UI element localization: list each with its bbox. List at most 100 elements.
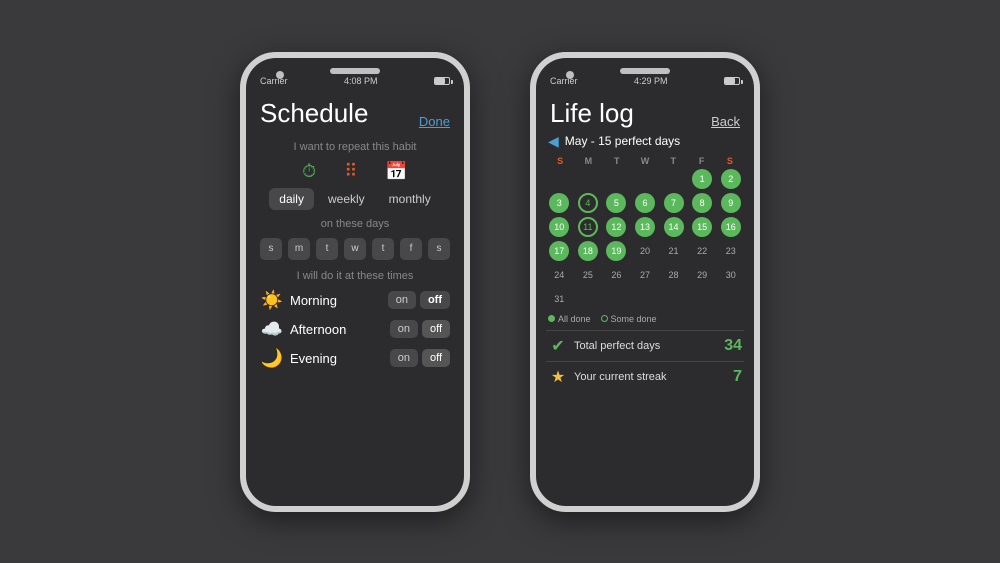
day-15[interactable]: 15 [692,217,712,237]
cal-cell-18: 18 [575,240,602,262]
cal-cell-5: 5 [603,192,630,214]
day-mon[interactable]: m [288,238,310,260]
day-fri[interactable]: f [400,238,422,260]
afternoon-off[interactable]: off [422,320,450,338]
afternoon-toggle: on off [390,320,450,338]
stat-streak: ★ Your current streak 7 [546,361,744,392]
day-sat[interactable]: s [428,238,450,260]
days-label: on these days [321,218,390,230]
back-button[interactable]: Back [711,114,740,129]
day-2[interactable]: 2 [721,169,741,189]
day-13[interactable]: 13 [635,217,655,237]
schedule-title: Schedule [260,98,368,129]
weekly-icon: ⠿ [344,161,357,182]
day-1[interactable]: 1 [692,169,712,189]
frequency-icons: ⏱ ⠿ 📅 [302,161,408,182]
day-8[interactable]: 8 [692,193,712,213]
day-18[interactable]: 18 [578,241,598,261]
phone-schedule: Carrier 4:08 PM Schedule Done I want to … [240,52,470,512]
cal-cell-23: 23 [717,240,744,262]
evening-toggle: on off [390,349,450,367]
calendar-legend: All done Some done [546,314,744,324]
day-28: 28 [669,264,679,286]
weekday-fri: F [687,156,715,166]
cal-empty-6-7 [717,288,744,310]
frequency-buttons: daily weekly monthly [269,188,440,210]
weekday-sat: S [716,156,744,166]
afternoon-on[interactable]: on [390,320,418,338]
day-16[interactable]: 16 [721,217,741,237]
monthly-button[interactable]: monthly [379,188,441,210]
evening-off[interactable]: off [422,349,450,367]
cal-cell-29: 29 [689,264,716,286]
cal-cell-empty-4 [632,168,659,190]
cal-cell-20: 20 [632,240,659,262]
checkmark-icon: ✔ [548,336,568,356]
day-sun[interactable]: s [260,238,282,260]
weekly-button[interactable]: weekly [318,188,375,210]
cal-empty-6-2 [575,288,602,310]
days-row: s m t w t f s [260,238,450,260]
evening-on[interactable]: on [390,349,418,367]
battery-1 [434,77,450,85]
daily-button[interactable]: daily [269,188,314,210]
monthly-icon: 📅 [385,161,407,182]
day-wed[interactable]: w [344,238,366,260]
day-6[interactable]: 6 [635,193,655,213]
evening-row: 🌙 Evening on off [256,348,454,369]
carrier-1: Carrier [260,76,288,86]
status-right-1 [434,77,450,85]
day-24: 24 [554,264,564,286]
cal-cell-22: 22 [689,240,716,262]
cal-cell-2: 2 [717,168,744,190]
day-thu[interactable]: t [372,238,394,260]
day-5[interactable]: 5 [606,193,626,213]
cal-cell-24: 24 [546,264,573,286]
evening-icon: 🌙 [260,348,284,369]
total-days-value: 34 [724,337,742,355]
day-tue[interactable]: t [316,238,338,260]
cal-cell-14: 14 [660,216,687,238]
cal-cell-12: 12 [603,216,630,238]
phone-lifelog: Carrier 4:29 PM Life log Back ◀ May - 15… [530,52,760,512]
day-7[interactable]: 7 [664,193,684,213]
cal-cell-1: 1 [689,168,716,190]
cal-empty-6-6 [689,288,716,310]
daily-icon: ⏱ [302,161,316,182]
day-30: 30 [726,264,736,286]
morning-on[interactable]: on [388,291,416,309]
prev-month-arrow[interactable]: ◀ [548,133,559,150]
cal-cell-17: 17 [546,240,573,262]
carrier-2: Carrier [550,76,578,86]
day-22: 22 [697,240,707,262]
lifelog-body: ◀ May - 15 perfect days S M T W T F S 1 [536,133,754,506]
day-9[interactable]: 9 [721,193,741,213]
morning-icon: ☀️ [260,290,284,311]
cal-empty-6-4 [632,288,659,310]
day-23: 23 [726,240,736,262]
month-label: May - 15 perfect days [565,134,680,148]
day-19[interactable]: 19 [606,241,626,261]
done-button[interactable]: Done [419,114,450,129]
schedule-header: Schedule Done [246,90,464,135]
time-1: 4:08 PM [344,76,378,86]
day-12[interactable]: 12 [606,217,626,237]
day-10[interactable]: 10 [549,217,569,237]
morning-label: Morning [290,293,382,308]
legend-dot-outline [601,315,608,322]
times-label: I will do it at these times [297,270,414,282]
calendar-header: S M T W T F S [546,156,744,166]
time-2: 4:29 PM [634,76,668,86]
repeat-label: I want to repeat this habit [294,141,417,153]
day-17[interactable]: 17 [549,241,569,261]
status-bar-2: Carrier 4:29 PM [536,58,754,90]
day-11[interactable]: 11 [578,217,598,237]
day-4[interactable]: 4 [578,193,598,213]
afternoon-row: ☁️ Afternoon on off [256,319,454,340]
day-3[interactable]: 3 [549,193,569,213]
day-14[interactable]: 14 [664,217,684,237]
cal-cell-6: 6 [632,192,659,214]
legend-all-done-label: All done [558,314,591,324]
morning-off[interactable]: off [420,291,450,309]
lifelog-title: Life log [550,98,634,129]
